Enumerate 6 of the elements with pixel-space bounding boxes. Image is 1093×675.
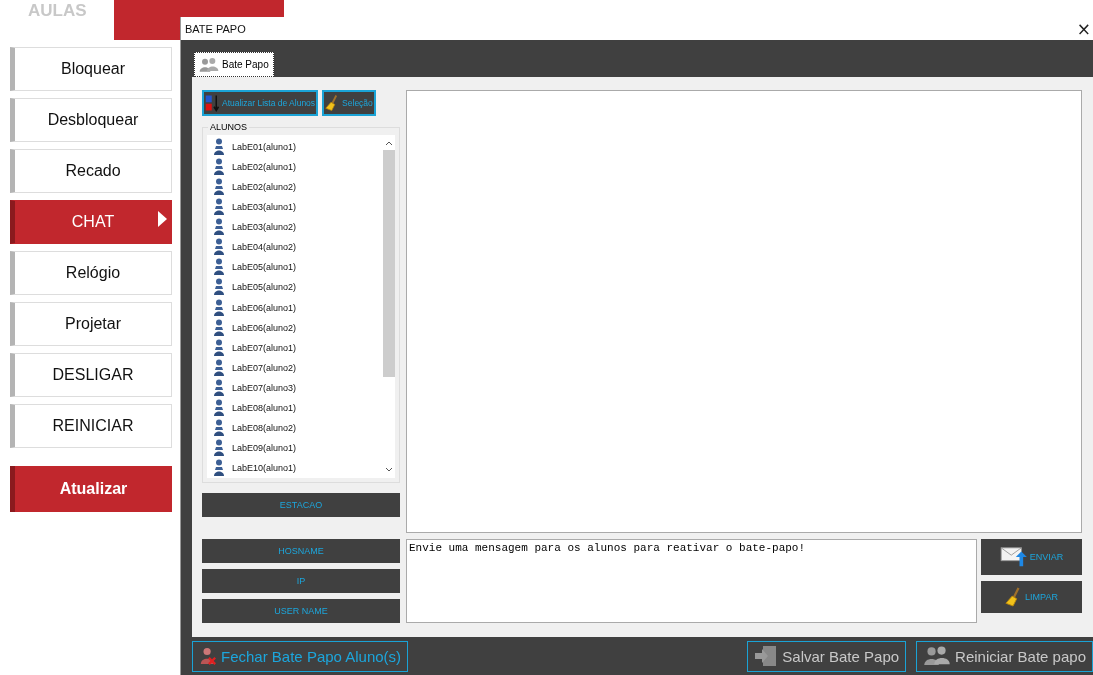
info-label: HOSNAME — [202, 539, 400, 563]
info-label: USER NAME — [202, 599, 400, 623]
window-title: BATE PAPO — [185, 22, 246, 35]
info-label: ESTACAO — [202, 493, 400, 517]
group-title: ALUNOS — [208, 122, 249, 133]
info-label: IP — [202, 569, 400, 593]
